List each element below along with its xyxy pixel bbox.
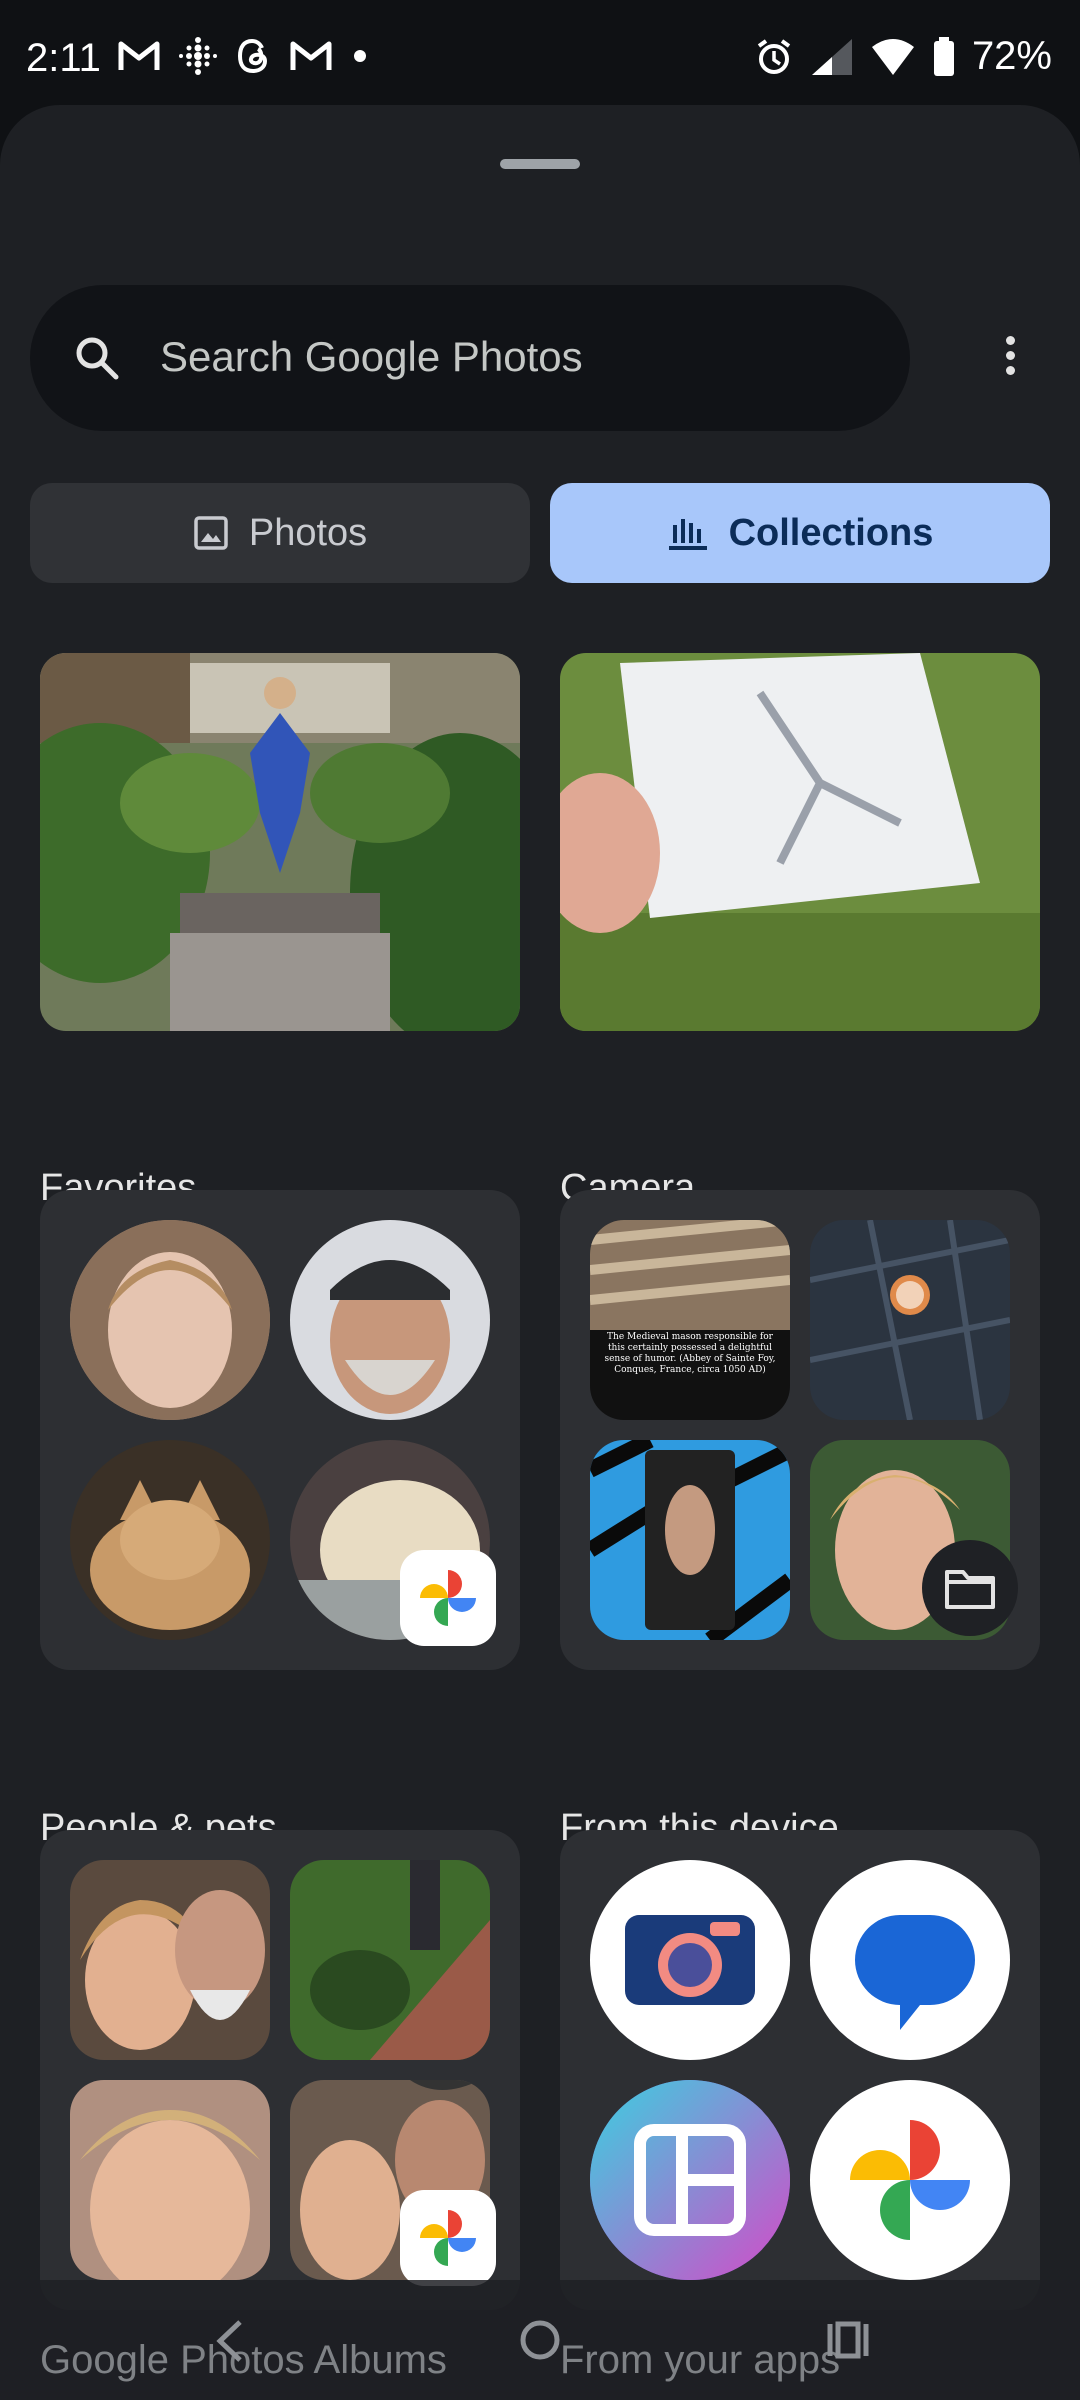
alarm-icon [757, 38, 791, 74]
signal-icon [811, 38, 852, 75]
folder-icon [945, 1570, 995, 1609]
tab-collections-label: Collections [728, 511, 934, 554]
notification-icons [118, 36, 370, 76]
battery-icon [933, 36, 954, 76]
battery-percent: 72% [971, 34, 1052, 78]
back-icon[interactable] [210, 2316, 250, 2366]
drag-handle[interactable] [500, 159, 580, 169]
album-thumbnail [290, 1860, 490, 2060]
camera-app-icon [590, 1860, 790, 2060]
pet-avatar [70, 1440, 270, 1640]
device-thumbnail: The Medieval mason responsible for this … [590, 1220, 790, 1420]
albums-card[interactable] [40, 1830, 520, 2310]
status-bar: 2:11 72% [0, 0, 1080, 105]
image-icon [194, 516, 228, 550]
search-icon [76, 337, 119, 380]
wifi-icon [871, 38, 914, 75]
favorites-photo [40, 653, 520, 1031]
favorites-thumbnail[interactable] [40, 653, 520, 1031]
threads-icon [237, 38, 268, 74]
map-thumbnail [810, 1220, 1010, 1420]
recents-icon[interactable] [826, 2318, 870, 2362]
layout-app-icon [590, 2080, 790, 2280]
system-icons: 72% [754, 34, 1052, 79]
gmail-icon [118, 41, 160, 70]
collections-icon [668, 519, 707, 550]
gmail-icon [290, 41, 332, 70]
google-photos-icon [420, 1570, 476, 1626]
people-pets-card[interactable] [40, 1190, 520, 1670]
google-photos-badge [400, 2190, 496, 2286]
person-avatar [290, 1220, 490, 1420]
folder-badge [922, 1540, 1018, 1636]
search-input[interactable]: Search Google Photos [160, 333, 583, 381]
google-photos-icon [420, 2210, 476, 2266]
from-apps-label: From your apps [560, 2338, 841, 2382]
camera-photo [560, 653, 1040, 1031]
messages-app-icon [810, 1860, 1010, 2060]
tab-photos-label: Photos [248, 511, 368, 554]
tab-photos[interactable]: Photos [30, 483, 530, 583]
fitbit-icon [179, 37, 217, 75]
google-photos-app-icon [810, 2080, 1010, 2280]
album-thumbnail [70, 2080, 270, 2280]
more-options-icon[interactable] [990, 330, 1030, 390]
from-apps-card[interactable] [560, 1830, 1040, 2310]
collections-sheet: Search Google Photos Photos Collections … [0, 105, 1080, 2400]
from-device-card[interactable]: The Medieval mason responsible for this … [560, 1190, 1040, 1670]
home-icon[interactable] [518, 2318, 562, 2362]
camera-thumbnail[interactable] [560, 653, 1040, 1031]
status-time: 2:11 [26, 36, 101, 80]
google-photos-badge [400, 1550, 496, 1646]
tab-collections[interactable]: Collections [550, 483, 1050, 583]
device-thumbnail-caption: The Medieval mason responsible for this … [604, 1332, 776, 1375]
dot-icon [354, 50, 366, 62]
person-avatar [70, 1220, 270, 1420]
search-bar[interactable]: Search Google Photos [30, 285, 910, 431]
screenshot-thumbnail [590, 1440, 790, 1640]
album-thumbnail [70, 1860, 270, 2060]
